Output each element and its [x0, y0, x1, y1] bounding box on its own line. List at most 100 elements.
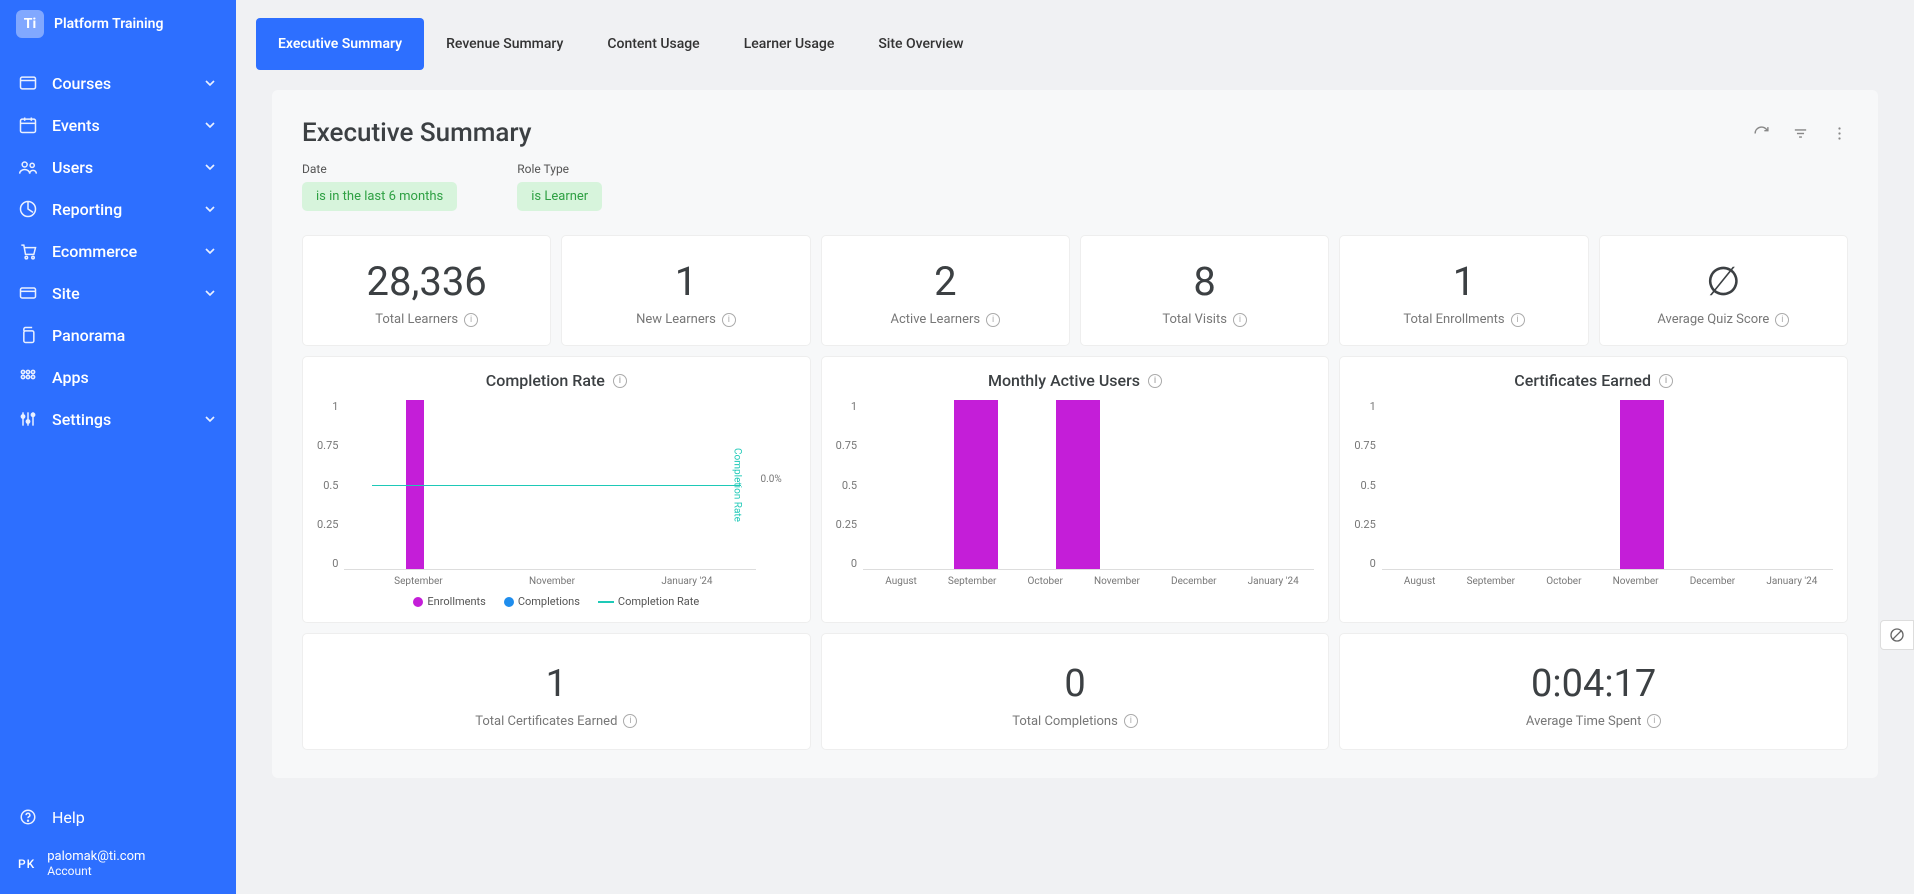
more-icon[interactable]	[1831, 125, 1848, 142]
info-icon[interactable]: i	[1511, 313, 1525, 327]
info-icon[interactable]: i	[1775, 313, 1789, 327]
y-axis: 10.750.50.250	[317, 400, 344, 570]
kpi-total-enrollments: 1Total Enrollments i	[1339, 235, 1588, 346]
y-tick: 1	[1354, 400, 1375, 413]
kpi-value: 0	[832, 662, 1319, 708]
line-value-label: 0.0%	[760, 474, 781, 485]
kpi-value: 28,336	[313, 258, 540, 306]
dashboard-actions	[1753, 125, 1848, 142]
chart-title-label: Completion Rate	[486, 371, 605, 390]
main: Executive SummaryRevenue SummaryContent …	[236, 0, 1914, 894]
kpi-row: 28,336Total Learners i1New Learners i2Ac…	[302, 235, 1848, 346]
chart-title-label: Certificates Earned	[1514, 371, 1651, 390]
info-icon[interactable]: i	[1233, 313, 1247, 327]
kpi-label: Total Learners	[375, 312, 458, 327]
sidebar-item-label: Site	[52, 284, 188, 303]
kpi-label: New Learners	[636, 312, 716, 327]
y-tick: 1	[836, 400, 857, 413]
info-icon[interactable]: i	[464, 313, 478, 327]
info-icon[interactable]: i	[1148, 374, 1162, 388]
y-tick: 0	[1354, 557, 1375, 570]
dashboard: Executive Summary Dateis in the last 6 m…	[272, 90, 1878, 778]
x-tick: October	[1028, 576, 1063, 587]
sidebar-item-events[interactable]: Events	[0, 104, 236, 146]
x-tick: September	[1467, 576, 1516, 587]
kpi-value: 1	[313, 662, 800, 708]
filter-label: Role Type	[517, 162, 602, 176]
info-icon[interactable]: i	[722, 313, 736, 327]
plot-area: 0.0% Completion Rate	[344, 400, 755, 570]
filter-icon[interactable]	[1792, 125, 1809, 142]
filter-chip[interactable]: is Learner	[517, 182, 602, 211]
sidebar-item-label: Users	[52, 158, 188, 177]
tab-learner-usage[interactable]: Learner Usage	[722, 18, 857, 70]
plot-area	[1382, 400, 1833, 570]
kpi-label: Total Visits	[1162, 312, 1227, 327]
sidebar-item-apps[interactable]: Apps	[0, 356, 236, 398]
y-tick: 1	[317, 400, 338, 413]
browser-icon	[18, 73, 38, 93]
info-icon[interactable]: i	[1647, 714, 1661, 728]
y-tick: 0.5	[836, 479, 857, 492]
chart-completion-rate: Completion Rate i 10.750.50.250 0.0% Com…	[302, 356, 811, 623]
cart-icon	[18, 241, 38, 261]
sidebar-item-reporting[interactable]: Reporting	[0, 188, 236, 230]
chevron-down-icon	[202, 243, 218, 259]
kpi-label: Average Quiz Score	[1657, 312, 1769, 327]
x-tick: September	[394, 576, 443, 587]
filter-label: Date	[302, 162, 457, 176]
x-tick: January '24	[661, 576, 712, 587]
sidebar-item-settings[interactable]: Settings	[0, 398, 236, 440]
info-icon[interactable]: i	[1659, 374, 1673, 388]
info-icon[interactable]: i	[613, 374, 627, 388]
disabled-icon-button[interactable]	[1880, 620, 1914, 650]
filter-date: Date is in the last 6 months	[302, 162, 457, 211]
y-tick: 0.5	[1354, 479, 1375, 492]
info-icon[interactable]: i	[1124, 714, 1138, 728]
kpi-label: Total Enrollments	[1403, 312, 1504, 327]
chevron-down-icon	[202, 411, 218, 427]
plot-area	[863, 400, 1314, 570]
sidebar-item-users[interactable]: Users	[0, 146, 236, 188]
kpi-label: Average Time Spent	[1526, 714, 1641, 729]
bar	[1620, 400, 1664, 569]
copy-icon	[18, 325, 38, 345]
x-tick: August	[1404, 576, 1436, 587]
filter-chip[interactable]: is in the last 6 months	[302, 182, 457, 211]
x-tick: September	[948, 576, 997, 587]
tabs: Executive SummaryRevenue SummaryContent …	[236, 0, 1914, 70]
info-icon[interactable]: i	[623, 714, 637, 728]
kpi-label: Active Learners	[891, 312, 981, 327]
chart-certificates-earned: Certificates Earned i 10.750.50.250 Augu…	[1339, 356, 1848, 623]
y-tick: 0.5	[317, 479, 338, 492]
x-tick: October	[1546, 576, 1581, 587]
kpi-new-learners: 1 New Learners i	[561, 235, 810, 346]
filters: Date is in the last 6 months Role Type is L…	[302, 162, 1848, 211]
info-icon[interactable]: i	[986, 313, 1000, 327]
chevron-down-icon	[202, 285, 218, 301]
sidebar-item-panorama[interactable]: Panorama	[0, 314, 236, 356]
x-tick: January '24	[1766, 576, 1817, 587]
tab-site-overview[interactable]: Site Overview	[856, 18, 985, 70]
card-icon	[18, 283, 38, 303]
sidebar-item-courses[interactable]: Courses	[0, 62, 236, 104]
user-block[interactable]: PK palomak@ti.com Account	[0, 839, 236, 888]
sidebar-item-ecommerce[interactable]: Ecommerce	[0, 230, 236, 272]
calendar-icon	[18, 115, 38, 135]
x-tick: December	[1690, 576, 1735, 587]
tab-revenue-summary[interactable]: Revenue Summary	[424, 18, 585, 70]
tab-executive-summary[interactable]: Executive Summary	[256, 18, 424, 70]
x-tick: November	[1094, 576, 1140, 587]
tab-content-usage[interactable]: Content Usage	[585, 18, 721, 70]
kpi-value: 1	[572, 258, 799, 306]
kpi-value: 8	[1091, 258, 1318, 306]
user-email: palomak@ti.com	[47, 849, 145, 864]
sidebar-item-label: Ecommerce	[52, 242, 188, 261]
chart-monthly-active-users: Monthly Active Users i 10.750.50.250 Aug…	[821, 356, 1330, 623]
big-kpi-row: 1Total Certificates Earned i0Total Compl…	[302, 633, 1848, 750]
help-link[interactable]: Help	[0, 795, 236, 839]
refresh-icon[interactable]	[1753, 125, 1770, 142]
kpi-total-visits: 8 Total Visits i	[1080, 235, 1329, 346]
kpi-value: ∅	[1610, 258, 1837, 306]
sidebar-item-site[interactable]: Site	[0, 272, 236, 314]
